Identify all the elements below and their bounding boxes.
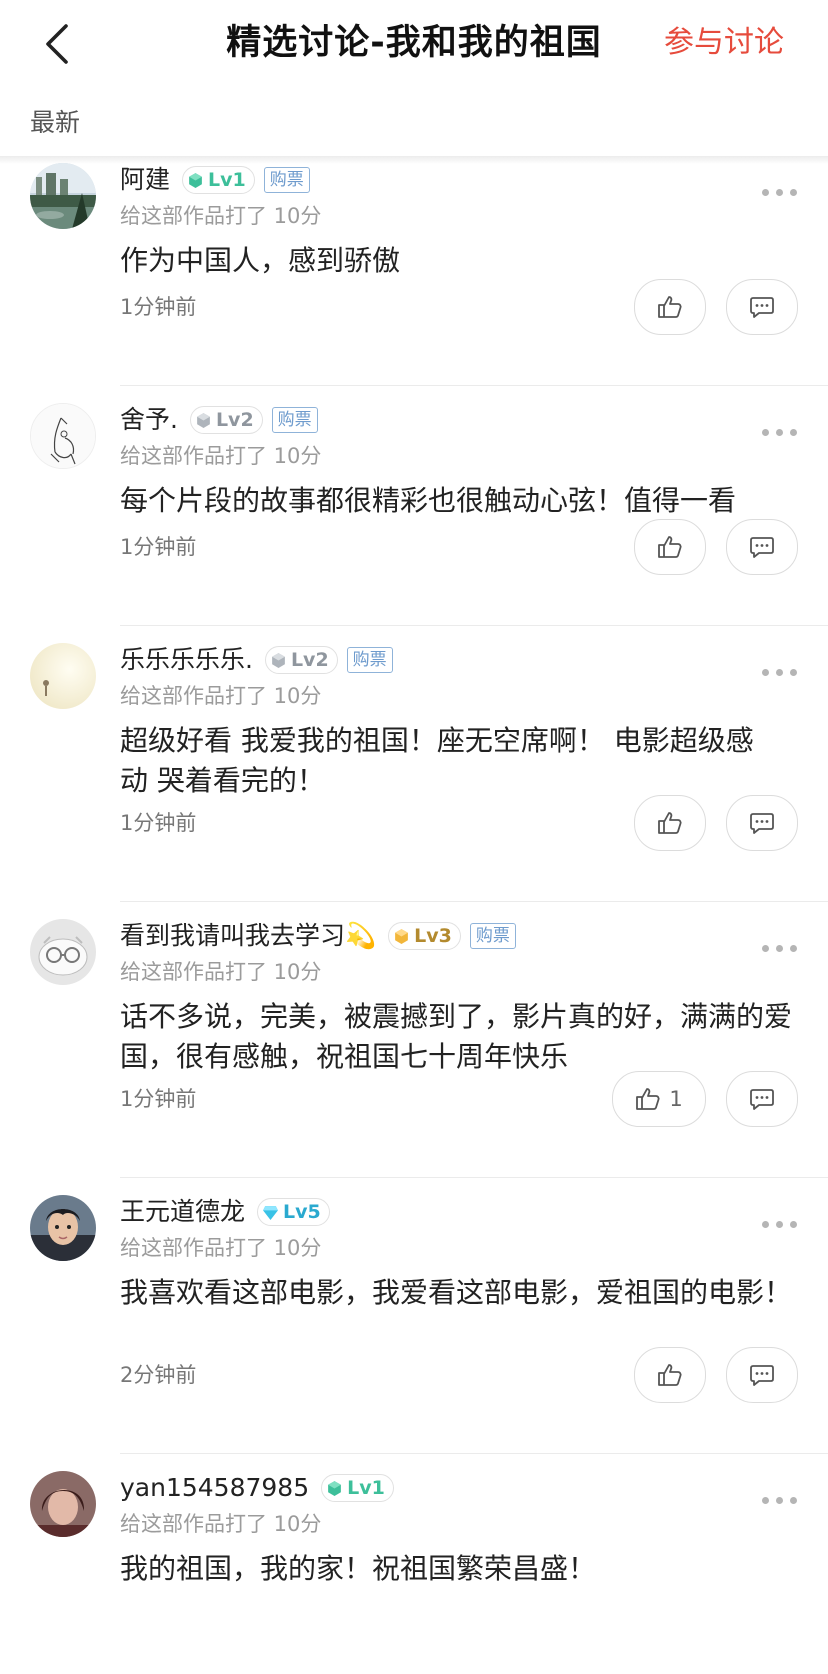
ticket-badge: 购票 — [271, 407, 318, 433]
username-text: 乐乐乐乐乐. — [120, 645, 253, 674]
comment-content: 我喜欢看这部电影，我爱看这部电影，爱祖国的电影！ — [120, 1276, 793, 1309]
thumbs-up-icon — [658, 1364, 682, 1386]
username[interactable]: 舍予. Lv2 购票 — [120, 403, 318, 437]
thumbs-up-icon — [658, 536, 682, 558]
sort-bar: 最新 — [0, 92, 828, 158]
more-options-button[interactable] — [762, 667, 798, 679]
like-button[interactable] — [634, 279, 706, 335]
score-text: 给这部作品打了 10分 — [120, 204, 322, 228]
cube-icon — [272, 652, 285, 668]
username[interactable]: 阿建 Lv1 购票 — [120, 163, 310, 197]
score-text: 给这部作品打了 10分 — [120, 444, 322, 468]
comment-content: 超级好看 我爱我的祖国！座无空席啊！ 电影超级感动 哭着看完的！ — [120, 724, 754, 797]
avatar[interactable] — [30, 1195, 96, 1261]
username-text: 舍予. — [120, 405, 178, 434]
more-options-button[interactable] — [762, 427, 798, 439]
level-badge: Lv1 — [182, 166, 255, 194]
timestamp: 1分钟前 — [120, 1087, 197, 1111]
comment-item: 乐乐乐乐乐. Lv2 购票 给这部作品打了 10分 超级好看 我爱我的祖国！座无… — [0, 639, 828, 902]
like-button[interactable]: 1 — [612, 1071, 706, 1127]
like-button[interactable] — [634, 795, 706, 851]
comment-bubble-icon — [750, 537, 774, 558]
reply-button[interactable] — [726, 519, 798, 575]
username-text: yan154587985 — [120, 1473, 310, 1502]
comment-content: 作为中国人，感到骄傲 — [120, 244, 401, 277]
avatar[interactable] — [30, 1471, 96, 1537]
level-badge: Lv1 — [321, 1474, 394, 1502]
level-text: Lv1 — [347, 1477, 385, 1499]
level-text: Lv5 — [283, 1201, 321, 1223]
timestamp: 1分钟前 — [120, 811, 197, 835]
level-text: Lv2 — [290, 649, 329, 671]
divider — [120, 1177, 828, 1178]
username-text: 阿建 — [120, 165, 171, 194]
cube-icon — [395, 928, 409, 944]
thumbs-up-icon — [658, 812, 682, 834]
comment-content: 话不多说，完美，被震撼到了，影片真的好，满满的爱国，很有感触，祝祖国七十周年快乐 — [120, 1000, 793, 1073]
thumbs-up-icon — [658, 296, 682, 318]
comment-content: 每个片段的故事都很精彩也很触动心弦！值得一看 — [120, 484, 737, 517]
timestamp: 1分钟前 — [120, 295, 197, 319]
comment-item: 阿建 Lv1 购票 给这部作品打了 10分 作为中国人，感到骄傲 1分钟前 — [0, 159, 828, 386]
avatar[interactable] — [30, 403, 96, 469]
like-button[interactable] — [634, 519, 706, 575]
avatar[interactable] — [30, 643, 96, 709]
comment-bubble-icon — [750, 297, 774, 318]
level-text: Lv1 — [208, 169, 246, 191]
reply-button[interactable] — [726, 795, 798, 851]
username[interactable]: 乐乐乐乐乐. Lv2 购票 — [120, 643, 393, 677]
level-text: Lv2 — [215, 409, 254, 431]
comment-content: 我的祖国，我的家！祝祖国繁荣昌盛！ — [120, 1552, 597, 1585]
ticket-badge: 购票 — [469, 923, 516, 949]
username-text: 看到我请叫我去学习💫 — [120, 921, 377, 950]
reply-button[interactable] — [726, 279, 798, 335]
more-options-button[interactable] — [762, 943, 798, 955]
level-badge: Lv2 — [264, 646, 338, 674]
level-badge: Lv5 — [257, 1198, 330, 1226]
thumbs-up-icon — [636, 1088, 660, 1110]
diamond-icon — [263, 1205, 278, 1220]
reply-button[interactable] — [726, 1071, 798, 1127]
score-text: 给这部作品打了 10分 — [120, 1512, 322, 1536]
ticket-badge: 购票 — [346, 647, 393, 673]
divider — [120, 385, 828, 386]
score-text: 给这部作品打了 10分 — [120, 684, 322, 708]
divider — [120, 1453, 828, 1454]
comment-item: 舍予. Lv2 购票 给这部作品打了 10分 每个片段的故事都很精彩也很触动心弦… — [0, 399, 828, 626]
more-options-button[interactable] — [762, 187, 798, 199]
comment-bubble-icon — [750, 813, 774, 834]
divider — [120, 901, 828, 902]
hexagon-gem-icon — [189, 172, 202, 188]
username[interactable]: yan154587985 Lv1 — [120, 1471, 394, 1505]
comment-bubble-icon — [750, 1365, 774, 1386]
hexagon-gem-icon — [328, 1480, 341, 1496]
score-text: 给这部作品打了 10分 — [120, 960, 322, 984]
divider — [120, 625, 828, 626]
comment-item: 王元道德龙 Lv5 给这部作品打了 10分 我喜欢看这部电影，我爱看这部电影，爱… — [0, 1191, 828, 1454]
avatar[interactable] — [30, 919, 96, 985]
comment-item: 看到我请叫我去学习💫 Lv3 购票 给这部作品打了 10分 话不多说，完美，被震… — [0, 915, 828, 1178]
more-options-button[interactable] — [762, 1495, 798, 1507]
like-button[interactable] — [634, 1347, 706, 1403]
level-badge: Lv2 — [189, 406, 263, 434]
join-discussion-button[interactable]: 参与讨论 — [664, 22, 784, 64]
nav-bar: 精选讨论-我和我的祖国 参与讨论 — [0, 0, 828, 88]
score-text: 给这部作品打了 10分 — [120, 1236, 322, 1260]
username[interactable]: 看到我请叫我去学习💫 Lv3 购票 — [120, 919, 516, 953]
username[interactable]: 王元道德龙 Lv5 — [120, 1195, 330, 1229]
timestamp: 1分钟前 — [120, 535, 197, 559]
level-text: Lv3 — [414, 925, 452, 947]
comment-bubble-icon — [750, 1089, 774, 1110]
more-options-button[interactable] — [762, 1219, 798, 1231]
like-count: 1 — [669, 1087, 683, 1111]
timestamp: 2分钟前 — [120, 1363, 197, 1387]
username-text: 王元道德龙 — [120, 1197, 246, 1226]
cube-icon — [197, 412, 210, 428]
sort-latest-tab[interactable]: 最新 — [30, 106, 80, 140]
level-badge: Lv3 — [388, 922, 461, 950]
avatar[interactable] — [30, 163, 96, 229]
reply-button[interactable] — [726, 1347, 798, 1403]
comment-item: yan154587985 Lv1 给这部作品打了 10分 我的祖国，我的家！祝祖… — [0, 1467, 828, 1674]
ticket-badge: 购票 — [263, 167, 310, 193]
